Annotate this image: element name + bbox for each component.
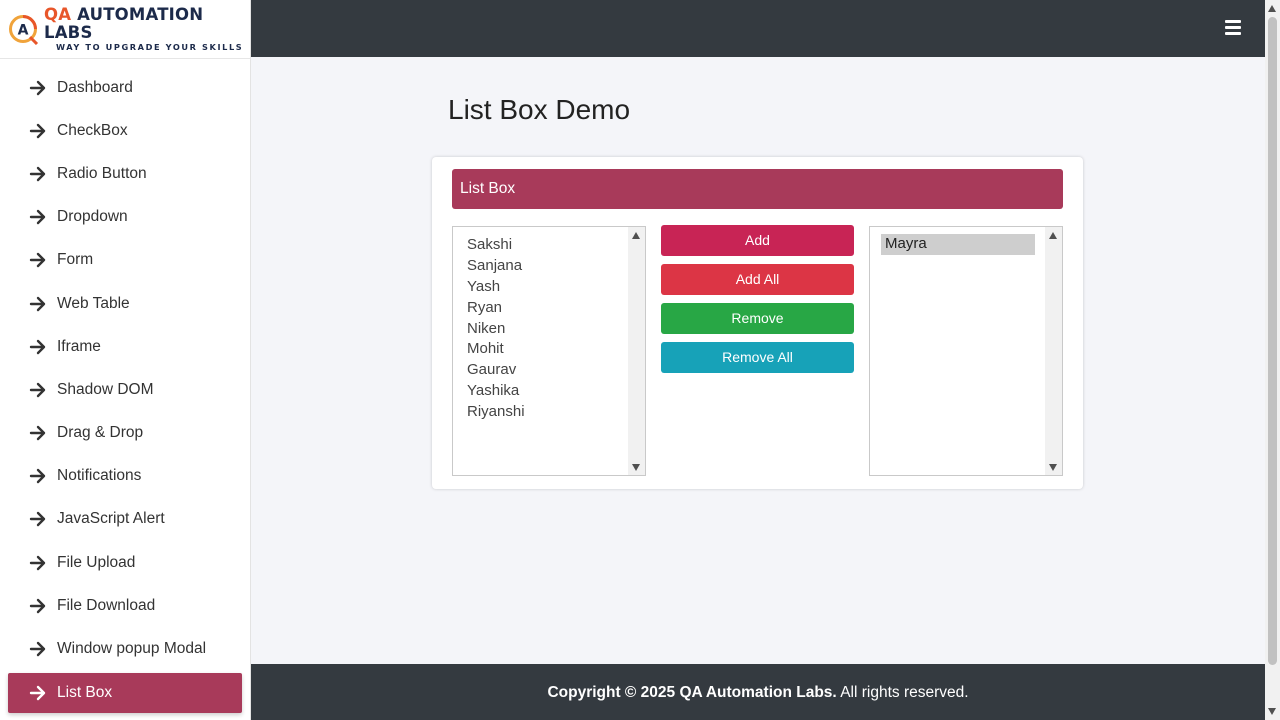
list-option[interactable]: Riyanshi [467, 402, 645, 423]
arrow-right-icon [28, 121, 48, 141]
arrow-right-icon [28, 423, 48, 443]
sidebar-item-iframe[interactable]: Iframe [0, 325, 250, 368]
arrow-right-icon [28, 596, 48, 616]
footer-copyright: Copyright © 2025 QA Automation Labs. [547, 684, 837, 701]
page-title: List Box Demo [448, 94, 631, 125]
footer: Copyright © 2025 QA Automation Labs. All… [251, 664, 1265, 720]
listbox-card: List Box Sakshi Sanjana Yash Ryan Niken Mohit… [432, 157, 1083, 489]
sidebar-item-window-popup-modal[interactable]: Window popup Modal [0, 627, 250, 670]
sidebar-item-label: Shadow DOM [57, 380, 154, 398]
arrow-right-icon [28, 683, 48, 703]
logo-title-prefix: QA [44, 4, 72, 24]
list-option[interactable]: Ryan [467, 298, 645, 319]
sidebar-item-file-upload[interactable]: File Upload [0, 541, 250, 584]
sidebar-item-label: Dropdown [57, 208, 128, 226]
scroll-down-icon[interactable] [632, 464, 640, 471]
sidebar-item-radio-button[interactable]: Radio Button [0, 152, 250, 195]
sidebar-item-checkbox[interactable]: CheckBox [0, 109, 250, 152]
scroll-up-icon[interactable] [1049, 232, 1057, 239]
scroll-up-icon[interactable] [632, 232, 640, 239]
right-listbox-scrollbar[interactable] [1045, 227, 1062, 475]
sidebar-item-form[interactable]: Form [0, 239, 250, 282]
add-button[interactable]: Add [661, 225, 854, 256]
list-option[interactable]: Sanjana [467, 256, 645, 277]
sidebar-item-label: Drag & Drop [57, 424, 144, 442]
qa-logo-icon: A [8, 13, 40, 46]
sidebar-item-list-box[interactable]: List Box [8, 672, 242, 713]
sidebar-item-dashboard[interactable]: Dashboard [0, 66, 250, 109]
scroll-down-icon[interactable] [1268, 708, 1276, 715]
arrow-right-icon [28, 639, 48, 659]
list-option[interactable]: Yash [467, 277, 645, 298]
sidebar-item-notifications[interactable]: Notifications [0, 455, 250, 498]
sidebar-item-label: CheckBox [57, 121, 128, 139]
sidebar-item-label: Dashboard [57, 78, 133, 96]
page-scrollbar[interactable] [1265, 0, 1280, 720]
add-all-button[interactable]: Add All [661, 264, 854, 295]
sidebar-item-label: JavaScript Alert [57, 510, 165, 528]
sidebar-item-dropdown[interactable]: Dropdown [0, 196, 250, 239]
arrow-right-icon [28, 380, 48, 400]
sidebar-item-label: Web Table [57, 294, 130, 312]
arrow-right-icon [28, 509, 48, 529]
left-listbox[interactable]: Sakshi Sanjana Yash Ryan Niken Mohit Gaurav Yas… [452, 226, 646, 476]
list-option[interactable]: Niken [467, 319, 645, 340]
arrow-right-icon [28, 466, 48, 486]
logo-title: QA AUTOMATION LABS [44, 4, 250, 42]
arrow-right-icon [28, 164, 48, 184]
hamburger-icon[interactable] [1225, 20, 1241, 36]
sidebar-item-drag-drop[interactable]: Drag & Drop [0, 412, 250, 455]
card-header: List Box [452, 169, 1063, 209]
arrow-right-icon [28, 294, 48, 314]
sidebar-item-label: List Box [57, 683, 113, 701]
arrow-right-icon [28, 337, 48, 357]
sidebar-item-label: Notifications [57, 467, 142, 485]
topbar [251, 0, 1265, 57]
logo-tagline: WAY TO UPGRADE YOUR SKILLS [56, 41, 244, 52]
sidebar-item-label: Iframe [57, 337, 101, 355]
list-option[interactable]: Mohit [467, 339, 645, 360]
remove-all-button[interactable]: Remove All [661, 342, 854, 373]
arrow-right-icon [28, 250, 48, 270]
right-listbox[interactable]: Mayra [869, 226, 1063, 476]
arrow-right-icon [28, 553, 48, 573]
sidebar-nav: Dashboard CheckBox Radio Button Dropdown For… [0, 59, 250, 713]
list-option[interactable]: Gaurav [467, 360, 645, 381]
scroll-up-icon[interactable] [1268, 5, 1276, 12]
footer-rights: All rights reserved. [836, 684, 969, 701]
left-listbox-scrollbar[interactable] [628, 227, 645, 475]
sidebar-item-label: Radio Button [57, 164, 147, 182]
list-option[interactable]: Yashika [467, 381, 645, 402]
list-option[interactable]: Mayra [881, 234, 1035, 255]
svg-text:A: A [18, 23, 29, 39]
sidebar-item-label: File Download [57, 596, 156, 614]
arrow-right-icon [28, 78, 48, 98]
remove-button[interactable]: Remove [661, 303, 854, 334]
sidebar-item-javascript-alert[interactable]: JavaScript Alert [0, 498, 250, 541]
sidebar-item-label: Form [57, 251, 94, 269]
logo[interactable]: A QA AUTOMATION LABS WAY TO UPGRADE YOUR… [0, 0, 250, 59]
sidebar-item-label: File Upload [57, 553, 136, 571]
sidebar-item-web-table[interactable]: Web Table [0, 282, 250, 325]
scroll-down-icon[interactable] [1049, 464, 1057, 471]
sidebar-item-shadow-dom[interactable]: Shadow DOM [0, 368, 250, 411]
sidebar-item-label: Window popup Modal [57, 640, 207, 658]
list-option[interactable]: Sakshi [467, 235, 645, 256]
sidebar: A QA AUTOMATION LABS WAY TO UPGRADE YOUR… [0, 0, 251, 720]
sidebar-item-file-download[interactable]: File Download [0, 584, 250, 627]
arrow-right-icon [28, 207, 48, 227]
scrollbar-thumb[interactable] [1268, 17, 1277, 665]
